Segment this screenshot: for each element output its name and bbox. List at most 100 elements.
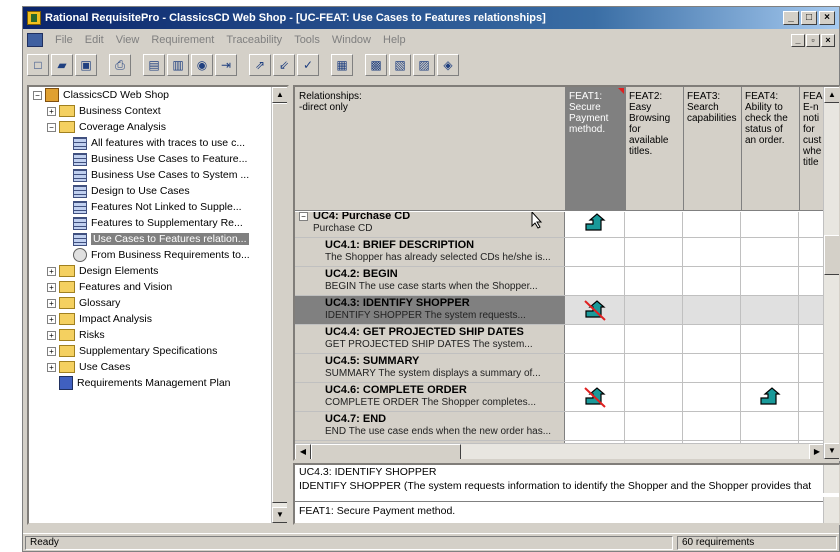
tree-item[interactable]: Use Cases to Features relation...	[29, 231, 275, 247]
trace-cell[interactable]	[683, 354, 741, 382]
matrix-scroll-thumb[interactable]	[824, 235, 839, 275]
trace-cell[interactable]	[741, 267, 799, 295]
menu-file[interactable]: File	[49, 34, 79, 46]
trace-cell[interactable]	[799, 212, 825, 237]
close-button[interactable]: ×	[819, 11, 835, 25]
expand-icon[interactable]: +	[47, 362, 56, 372]
scroll-down-icon[interactable]: ▼	[272, 507, 287, 523]
discussion-icon[interactable]: ◈	[437, 54, 459, 76]
tree-item[interactable]: − Coverage Analysis	[29, 119, 275, 135]
scroll-up-icon[interactable]: ▲	[272, 87, 287, 103]
menu-edit[interactable]: Edit	[79, 34, 110, 46]
edit-requirement-icon[interactable]: ▥	[167, 54, 189, 76]
feature-column-header[interactable]: FEAT2: Easy Browsing for available titles.	[625, 87, 683, 211]
detail-scrollbar-top[interactable]	[823, 465, 839, 493]
title-bar[interactable]: Rational RequisitePro - ClassicsCD Web S…	[23, 7, 839, 29]
requirement-row[interactable]: UC4.4: GET PROJECTED SHIP DATES GET PROJE…	[295, 325, 825, 354]
row-label[interactable]: UC4.6: COMPLETE ORDER COMPLETE ORDER The …	[295, 383, 565, 411]
tree-item[interactable]: − ClassicsCD Web Shop	[29, 87, 275, 103]
feature-column-header[interactable]: FEAT1: Secure Payment method.	[565, 87, 625, 211]
scroll-left-icon[interactable]: ◀	[295, 444, 311, 459]
expand-icon[interactable]: +	[47, 266, 56, 276]
trace-cell[interactable]	[683, 267, 741, 295]
trace-cell[interactable]	[799, 325, 825, 353]
trace-cell[interactable]	[683, 212, 741, 237]
menu-requirement[interactable]: Requirement	[145, 34, 220, 46]
hscroll-thumb[interactable]	[311, 444, 461, 459]
feature-column-header[interactable]: FEAT3: Search capabilities	[683, 87, 741, 211]
row-label[interactable]: UC4.2: BEGIN BEGIN The use case starts wh…	[295, 267, 565, 295]
trace-cell[interactable]	[799, 296, 825, 324]
trace-cell[interactable]	[565, 325, 625, 353]
requirement-row[interactable]: UC4.5: SUMMARY SUMMARY The system display…	[295, 354, 825, 383]
tree-item[interactable]: + Features and Vision	[29, 279, 275, 295]
expand-icon[interactable]: +	[47, 330, 56, 340]
trace-cell[interactable]	[741, 412, 799, 440]
trace-cell[interactable]	[683, 383, 741, 411]
requirement-row[interactable]: UC4.7: END END The use case ends when the…	[295, 412, 825, 441]
requirement-row[interactable]: UC4.6: COMPLETE ORDER COMPLETE ORDER The …	[295, 383, 825, 412]
matrix-vscrollbar[interactable]: ▲ ▼	[823, 87, 839, 459]
requirement-row[interactable]: UC4.2: BEGIN BEGIN The use case starts wh…	[295, 267, 825, 296]
matrix-scroll-down-icon[interactable]: ▼	[824, 443, 839, 459]
tree-item[interactable]: Requirements Management Plan	[29, 375, 275, 391]
doc-restore-button[interactable]: ▫	[806, 33, 820, 47]
trace-cell[interactable]	[565, 267, 625, 295]
collapse-icon[interactable]: −	[299, 212, 308, 221]
expand-icon[interactable]: +	[47, 298, 56, 308]
doc-minimize-button[interactable]: _	[791, 33, 805, 47]
traceability-tree-icon[interactable]: ▧	[389, 54, 411, 76]
trace-cell[interactable]	[625, 325, 683, 353]
trace-from-icon[interactable]: ⇙	[273, 54, 295, 76]
print-icon[interactable]: ⎙	[109, 54, 131, 76]
attribute-matrix-icon[interactable]: ▦	[331, 54, 353, 76]
scroll-thumb[interactable]	[272, 103, 287, 503]
menu-help[interactable]: Help	[377, 34, 412, 46]
trace-cell[interactable]	[625, 412, 683, 440]
trace-cell[interactable]	[741, 325, 799, 353]
collapse-icon[interactable]: −	[33, 90, 42, 100]
group-row[interactable]: − UC4: Purchase CD Purchase CD	[295, 212, 825, 238]
find-icon[interactable]: ◉	[191, 54, 213, 76]
trace-cell[interactable]	[565, 296, 625, 324]
collapse-icon[interactable]: −	[47, 122, 56, 132]
matrix-hscrollbar[interactable]: ◀ ▶	[295, 443, 825, 459]
trace-cell[interactable]	[683, 296, 741, 324]
expand-icon[interactable]: +	[47, 106, 56, 116]
trace-cell[interactable]	[625, 296, 683, 324]
trace-cell[interactable]	[625, 383, 683, 411]
trace-cell[interactable]	[741, 238, 799, 266]
trace-cell[interactable]	[625, 212, 683, 237]
trace-cell[interactable]	[625, 354, 683, 382]
trace-cell[interactable]	[565, 383, 625, 411]
trace-cell[interactable]	[625, 238, 683, 266]
trace-cell[interactable]	[799, 383, 825, 411]
tree-item[interactable]: + Use Cases	[29, 359, 275, 375]
goto-icon[interactable]: ⇥	[215, 54, 237, 76]
doc-close-button[interactable]: ×	[821, 33, 835, 47]
tree-item[interactable]: + Supplementary Specifications	[29, 343, 275, 359]
requirement-row[interactable]: UC4.1: BRIEF DESCRIPTION The Shopper has …	[295, 238, 825, 267]
trace-cell[interactable]	[799, 412, 825, 440]
tree-item[interactable]: + Risks	[29, 327, 275, 343]
expand-icon[interactable]: +	[47, 346, 56, 356]
row-label[interactable]: UC4.3: IDENTIFY SHOPPER IDENTIFY SHOPPER …	[295, 296, 565, 324]
menu-tools[interactable]: Tools	[288, 34, 326, 46]
maximize-button[interactable]: □	[801, 11, 817, 25]
expand-icon[interactable]: +	[47, 282, 56, 292]
tree-item[interactable]: Business Use Cases to Feature...	[29, 151, 275, 167]
trace-cell[interactable]	[741, 383, 799, 411]
menu-view[interactable]: View	[110, 34, 146, 46]
trace-cell[interactable]	[741, 296, 799, 324]
save-icon[interactable]: ▣	[75, 54, 97, 76]
menu-window[interactable]: Window	[326, 34, 377, 46]
trace-to-icon[interactable]: ⇗	[249, 54, 271, 76]
tree-item[interactable]: + Impact Analysis	[29, 311, 275, 327]
trace-cell[interactable]	[565, 354, 625, 382]
tree-item[interactable]: From Business Requirements to...	[29, 247, 275, 263]
minimize-button[interactable]: _	[783, 11, 799, 25]
feature-column-header[interactable]: FEAT4: Ability to check the status of an ord…	[741, 87, 799, 211]
requirement-row[interactable]: UC4.3: IDENTIFY SHOPPER IDENTIFY SHOPPER …	[295, 296, 825, 325]
tree-item[interactable]: Business Use Cases to System ...	[29, 167, 275, 183]
trace-cell[interactable]	[683, 412, 741, 440]
